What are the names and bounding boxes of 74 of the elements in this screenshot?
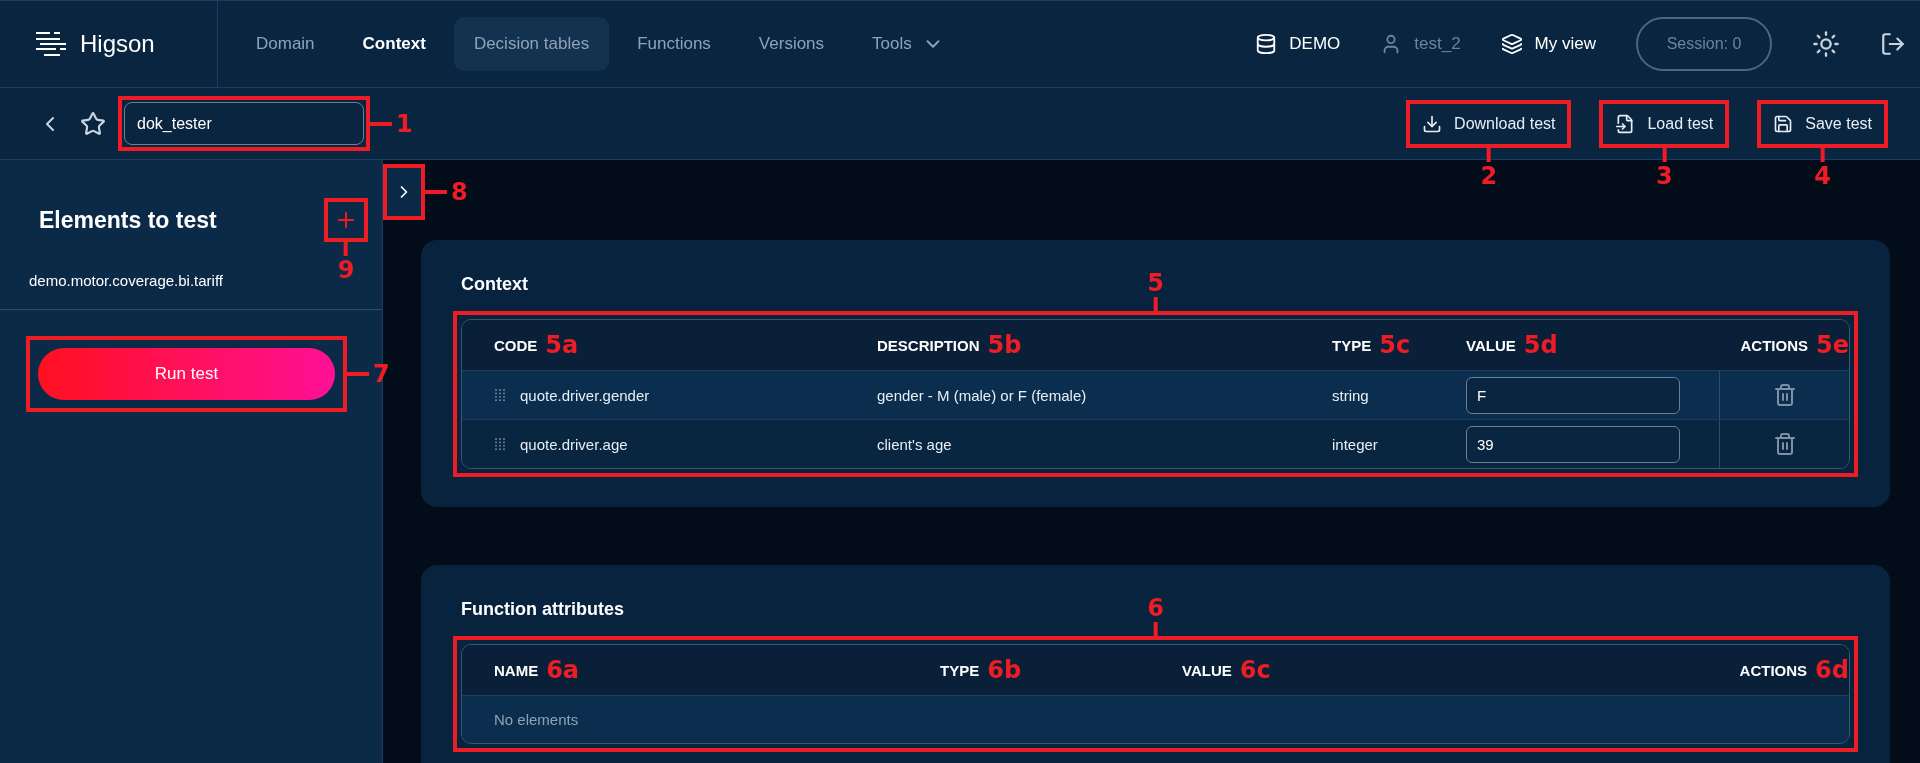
environment-label: DEMO — [1289, 34, 1341, 54]
annotation-frame — [383, 164, 425, 220]
trash-icon — [1772, 383, 1797, 407]
load-test-button[interactable]: Load test — [1601, 101, 1728, 146]
nav-tab[interactable]: Versions — [738, 17, 845, 71]
save-test-button[interactable]: Save test — [1759, 101, 1886, 146]
annotation-number: 6d — [1815, 656, 1849, 684]
column-header: CODE — [494, 336, 538, 354]
column-header: ACTIONS — [1740, 336, 1808, 354]
value-field[interactable]: 39 — [1466, 425, 1680, 463]
column-header: DESCRIPTION — [877, 336, 980, 354]
annotation-number: 3 — [1656, 161, 1673, 190]
annotation-number: 5c — [1379, 331, 1411, 359]
annotation-number: 7 — [373, 360, 390, 388]
annotation-number: 5b — [987, 331, 1022, 359]
empty-message: No elements — [493, 711, 580, 728]
star-icon — [80, 110, 106, 137]
drag-handle-icon[interactable] — [494, 388, 506, 402]
annotation-number: 6a — [546, 656, 580, 684]
annotation-number: 8 — [451, 178, 468, 206]
user-name: test_2 — [1414, 34, 1461, 54]
annotation-number: 6 — [1147, 594, 1164, 622]
delete-button[interactable] — [1772, 383, 1797, 407]
trash-icon — [1772, 432, 1797, 456]
annotation-number: 2 — [1480, 161, 1498, 190]
annotation-number: 5a — [545, 331, 579, 359]
delete-button[interactable] — [1772, 432, 1797, 456]
brand-name: Higson — [80, 30, 155, 58]
annotation-number: 9 — [337, 256, 355, 284]
favorite-button[interactable] — [80, 110, 106, 137]
test-name-field[interactable]: dok_tester — [124, 102, 364, 145]
type-cell-text: integer — [1332, 435, 1379, 453]
value-field[interactable]: F — [1466, 376, 1680, 414]
drag-handle-icon[interactable] — [494, 437, 506, 451]
panel-title: Elements to test — [39, 206, 217, 234]
download-icon — [1422, 113, 1443, 134]
logout-button[interactable] — [1880, 31, 1906, 57]
nav-tab[interactable]: Tools — [852, 17, 964, 71]
annotation-number: 1 — [396, 109, 413, 138]
annotation-number: 6b — [987, 656, 1022, 684]
nav-tab[interactable]: Functions — [617, 17, 731, 71]
description-cell-text: gender - M (male) or F (female) — [877, 386, 1088, 404]
run-test-button[interactable]: Run test — [38, 348, 335, 400]
session-button[interactable]: Session: 0 — [1636, 17, 1772, 71]
column-header: NAME — [494, 661, 539, 679]
nav-tab[interactable]: Decision tables — [453, 17, 610, 71]
annotation-number: 6c — [1239, 656, 1271, 684]
logo-icon — [34, 30, 68, 58]
annotation-number: 5 — [1147, 269, 1164, 297]
theme-toggle-button[interactable] — [1812, 30, 1840, 58]
column-header: TYPE — [1332, 336, 1372, 354]
annotation-frame — [324, 198, 368, 242]
type-cell-text: string — [1332, 386, 1370, 404]
file-arrow-icon — [1615, 113, 1636, 134]
code-cell: quote.driver.age — [520, 435, 628, 453]
column-header: ACTIONS — [1739, 661, 1808, 679]
column-header: TYPE — [940, 661, 980, 679]
annotation-number: 5d — [1523, 331, 1558, 359]
column-header: VALUE — [1466, 336, 1516, 354]
description-cell-text: client's age — [877, 435, 953, 453]
layers-icon — [1500, 33, 1523, 55]
database-icon — [1255, 33, 1278, 55]
section-title: Function attributes — [461, 599, 624, 620]
nav-tab[interactable]: Domain — [236, 17, 335, 71]
download-test-button[interactable]: Download test — [1408, 101, 1570, 146]
column-header: VALUE — [1182, 661, 1232, 679]
sun-icon — [1812, 30, 1840, 58]
logout-icon — [1880, 31, 1906, 57]
view-label[interactable]: My view — [1534, 34, 1596, 54]
code-cell: quote.driver.gender — [520, 386, 650, 404]
annotation-number: 5e — [1816, 331, 1849, 359]
annotation-number: 4 — [1814, 161, 1831, 190]
section-title: Context — [461, 274, 528, 295]
nav-tab[interactable]: Context — [342, 17, 446, 71]
